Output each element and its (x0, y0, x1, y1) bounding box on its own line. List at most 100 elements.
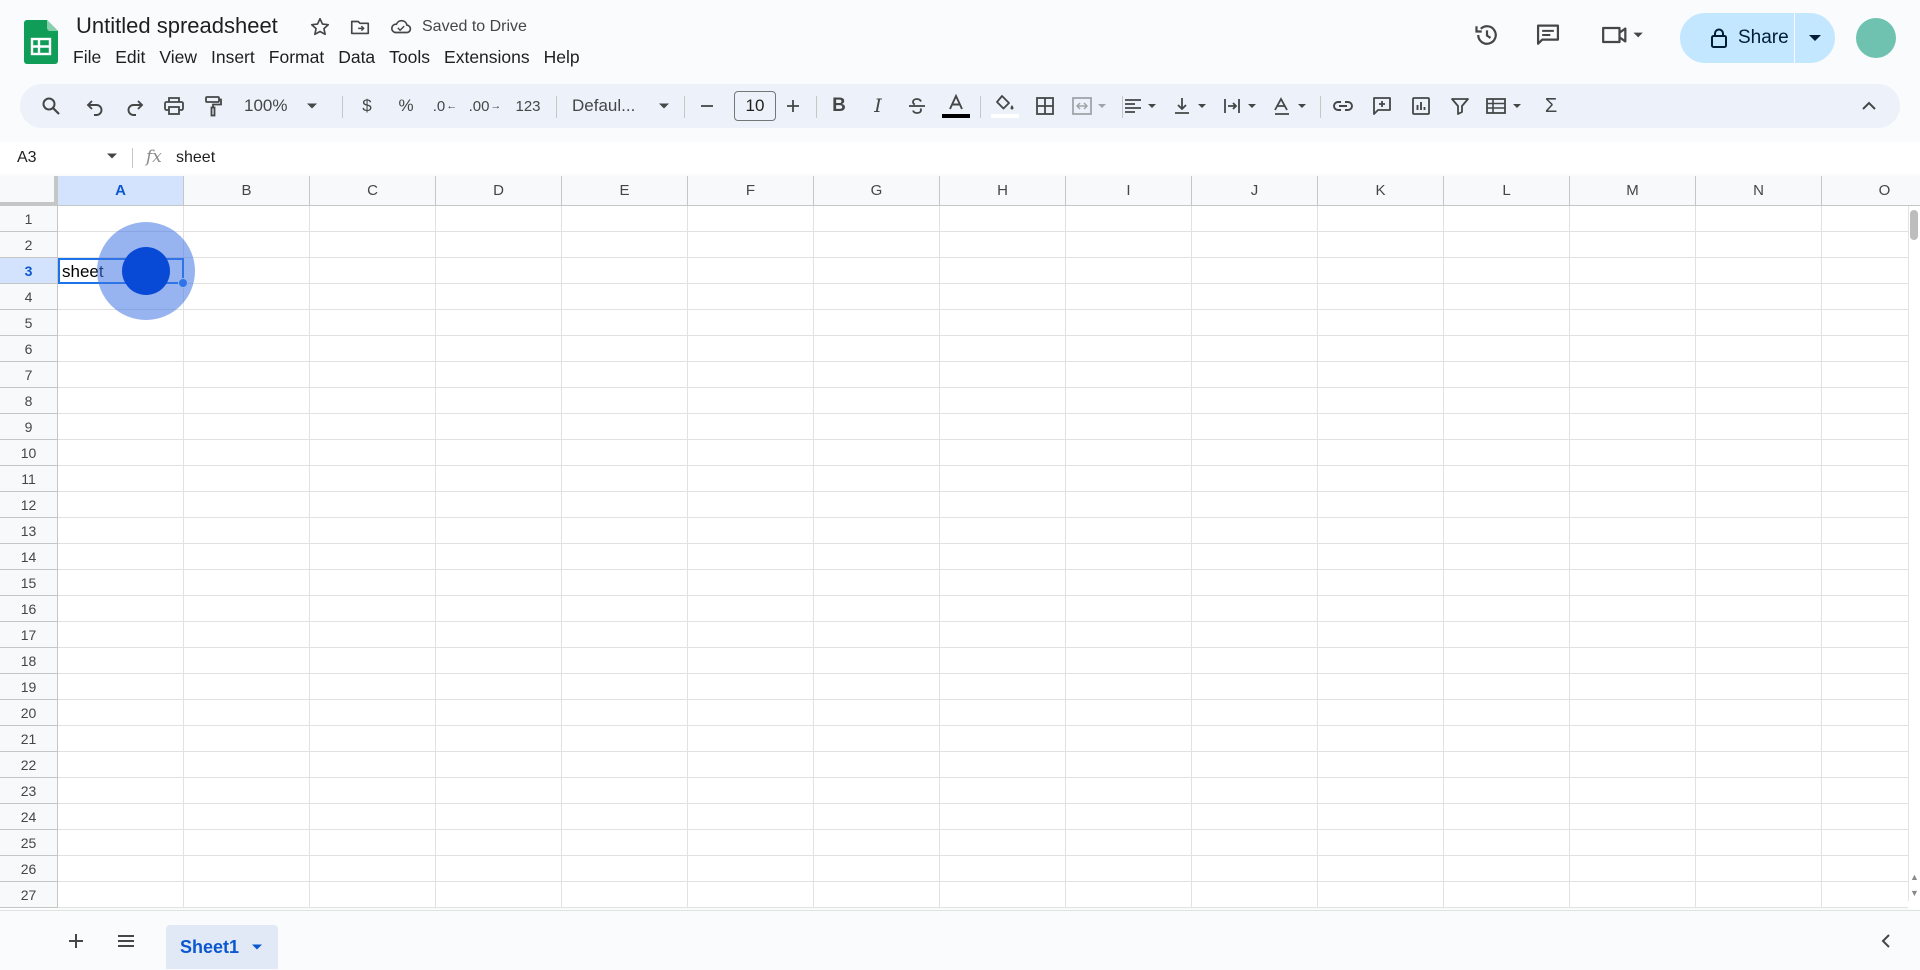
column-header-j[interactable]: J (1192, 176, 1318, 206)
vertical-align-icon[interactable] (1168, 84, 1214, 128)
borders-icon[interactable] (1028, 84, 1062, 128)
row-header-8[interactable]: 8 (0, 388, 58, 414)
row-header-27[interactable]: 27 (0, 882, 58, 908)
decrease-decimal-button[interactable]: .0 ← (428, 84, 462, 128)
row-header-19[interactable]: 19 (0, 674, 58, 700)
more-formats-button[interactable]: 123 (508, 84, 548, 128)
insert-chart-icon[interactable] (1404, 84, 1438, 128)
menu-data[interactable]: Data (331, 45, 382, 70)
move-folder-icon[interactable] (347, 14, 373, 40)
version-history-icon[interactable] (1466, 14, 1508, 56)
explore-collapse-icon[interactable] (1868, 923, 1904, 959)
document-title[interactable]: Untitled spreadsheet (76, 13, 278, 39)
account-avatar[interactable] (1856, 18, 1896, 58)
vertical-scroll-thumb[interactable] (1910, 210, 1918, 240)
column-header-n[interactable]: N (1696, 176, 1822, 206)
sheet-tab-sheet1[interactable]: Sheet1 (166, 925, 278, 969)
menu-file[interactable]: File (66, 45, 108, 70)
table-view-icon[interactable] (1482, 84, 1528, 128)
row-header-26[interactable]: 26 (0, 856, 58, 882)
row-header-20[interactable]: 20 (0, 700, 58, 726)
strikethrough-icon[interactable] (900, 84, 934, 128)
font-size-input[interactable]: 10 (734, 91, 776, 121)
menu-insert[interactable]: Insert (204, 45, 262, 70)
row-header-7[interactable]: 7 (0, 362, 58, 388)
column-header-b[interactable]: B (184, 176, 310, 206)
redo-icon[interactable] (118, 84, 152, 128)
all-sheets-icon[interactable] (108, 923, 144, 959)
column-header-i[interactable]: I (1066, 176, 1192, 206)
formula-input[interactable]: sheet (176, 149, 215, 167)
column-header-k[interactable]: K (1318, 176, 1444, 206)
row-header-15[interactable]: 15 (0, 570, 58, 596)
font-family-select[interactable]: Defaul... (564, 84, 678, 128)
row-header-23[interactable]: 23 (0, 778, 58, 804)
cell-grid[interactable] (58, 206, 1908, 909)
share-options-button[interactable] (1795, 13, 1835, 63)
cloud-saved-icon[interactable] (388, 14, 414, 40)
row-header-1[interactable]: 1 (0, 206, 58, 232)
column-header-a[interactable]: A (58, 176, 184, 206)
row-header-3[interactable]: 3 (0, 258, 58, 284)
italic-icon[interactable]: I (861, 84, 895, 128)
row-header-13[interactable]: 13 (0, 518, 58, 544)
row-header-10[interactable]: 10 (0, 440, 58, 466)
menu-edit[interactable]: Edit (108, 45, 152, 70)
row-header-22[interactable]: 22 (0, 752, 58, 778)
row-header-12[interactable]: 12 (0, 492, 58, 518)
percent-format-button[interactable]: % (389, 84, 423, 128)
row-header-4[interactable]: 4 (0, 284, 58, 310)
row-header-21[interactable]: 21 (0, 726, 58, 752)
bold-icon[interactable]: B (822, 84, 856, 128)
filter-icon[interactable] (1443, 84, 1477, 128)
fill-color-icon[interactable] (987, 84, 1023, 128)
add-sheet-icon[interactable] (58, 923, 94, 959)
column-header-l[interactable]: L (1444, 176, 1570, 206)
row-header-24[interactable]: 24 (0, 804, 58, 830)
zoom-select[interactable]: 100% (240, 84, 322, 128)
caret-down-icon[interactable] (106, 152, 118, 160)
search-menus-icon[interactable] (34, 84, 68, 128)
merge-cells-icon[interactable] (1066, 84, 1116, 128)
column-header-g[interactable]: G (814, 176, 940, 206)
decrease-font-size-icon[interactable] (692, 84, 722, 128)
select-all-corner[interactable] (0, 176, 58, 206)
row-header-9[interactable]: 9 (0, 414, 58, 440)
menu-help[interactable]: Help (537, 45, 587, 70)
column-header-e[interactable]: E (562, 176, 688, 206)
row-header-16[interactable]: 16 (0, 596, 58, 622)
insert-comment-icon[interactable] (1365, 84, 1399, 128)
text-wrapping-icon[interactable] (1218, 84, 1264, 128)
row-header-6[interactable]: 6 (0, 336, 58, 362)
text-color-icon[interactable] (938, 84, 974, 128)
row-header-11[interactable]: 11 (0, 466, 58, 492)
column-header-f[interactable]: F (688, 176, 814, 206)
text-rotation-icon[interactable] (1268, 84, 1314, 128)
caret-down-icon[interactable] (251, 943, 263, 951)
menu-view[interactable]: View (152, 45, 204, 70)
column-header-c[interactable]: C (310, 176, 436, 206)
sheets-logo-icon[interactable] (24, 20, 58, 64)
paint-format-icon[interactable] (196, 84, 230, 128)
insert-link-icon[interactable] (1326, 84, 1360, 128)
currency-format-button[interactable]: $ (350, 84, 384, 128)
comments-icon[interactable] (1527, 14, 1569, 56)
row-header-18[interactable]: 18 (0, 648, 58, 674)
functions-icon[interactable]: Σ (1534, 84, 1568, 128)
row-header-14[interactable]: 14 (0, 544, 58, 570)
undo-icon[interactable] (78, 84, 112, 128)
row-header-17[interactable]: 17 (0, 622, 58, 648)
menu-extensions[interactable]: Extensions (437, 45, 537, 70)
scroll-up-icon[interactable]: ▲ (1910, 872, 1919, 882)
increase-decimal-button[interactable]: .00 → (466, 84, 504, 128)
column-header-h[interactable]: H (940, 176, 1066, 206)
column-header-d[interactable]: D (436, 176, 562, 206)
menu-tools[interactable]: Tools (382, 45, 437, 70)
column-header-o[interactable]: O (1822, 176, 1920, 206)
increase-font-size-icon[interactable] (778, 84, 808, 128)
row-header-2[interactable]: 2 (0, 232, 58, 258)
row-header-5[interactable]: 5 (0, 310, 58, 336)
vertical-scrollbar[interactable] (1908, 206, 1920, 901)
name-box[interactable]: A3 (17, 149, 37, 167)
share-button[interactable]: Share (1680, 13, 1794, 63)
